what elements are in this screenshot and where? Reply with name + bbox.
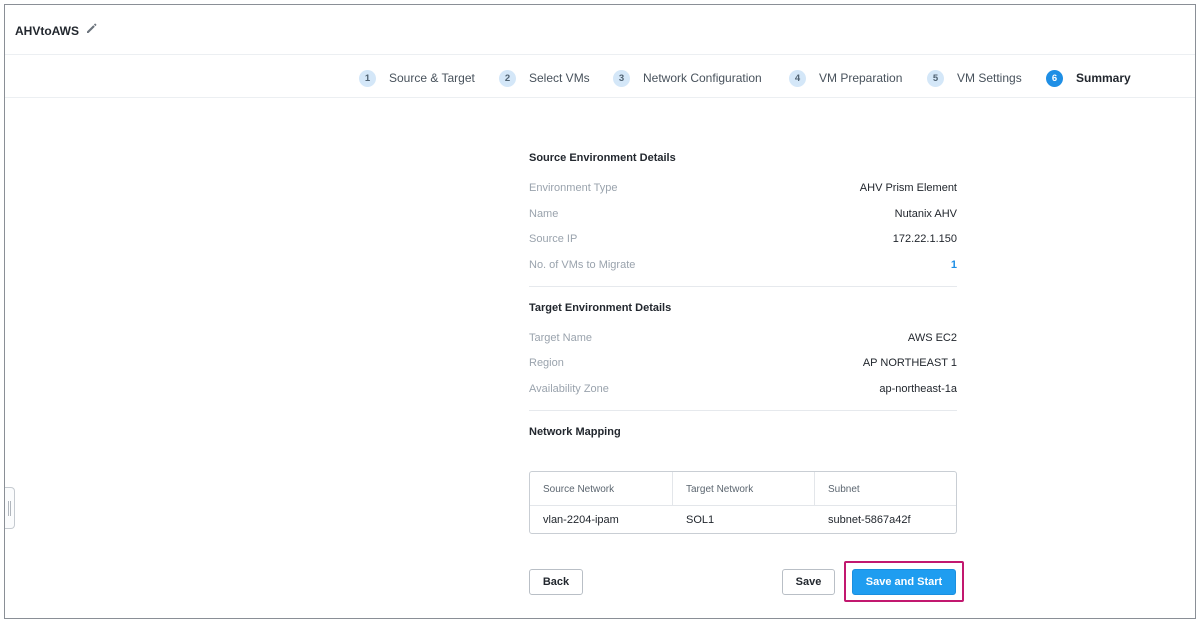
table-cell: vlan-2204-ipam [543, 514, 619, 526]
section-divider [529, 410, 957, 411]
step-vm-settings[interactable]: 5 VM Settings [927, 69, 1022, 87]
target-row: Region AP NORTHEAST 1 [529, 357, 957, 373]
step-label: Summary [1076, 71, 1131, 85]
step-number: 6 [1046, 69, 1063, 87]
pencil-icon[interactable] [85, 22, 97, 34]
row-key: Region [529, 357, 564, 369]
step-label: Select VMs [529, 71, 590, 85]
save-and-start-button[interactable]: Save and Start [852, 569, 956, 595]
step-number: 2 [499, 69, 516, 87]
row-key: Target Name [529, 332, 592, 344]
step-source-target[interactable]: 1 Source & Target [359, 69, 475, 87]
row-value: ap-northeast-1a [879, 383, 957, 395]
step-label: Network Configuration [643, 71, 762, 85]
source-row: Source IP 172.22.1.150 [529, 233, 957, 249]
target-section-title: Target Environment Details [529, 302, 672, 314]
row-value: AHV Prism Element [859, 182, 957, 194]
step-select-vms[interactable]: 2 Select VMs [499, 69, 590, 87]
network-mapping-table: Source Network Target Network Subnet vla… [529, 471, 957, 534]
step-vm-preparation[interactable]: 4 VM Preparation [789, 69, 902, 87]
step-number: 1 [359, 69, 376, 87]
title-bar: AHVtoAWS [5, 5, 1195, 55]
plan-title: AHVtoAWS [15, 24, 79, 38]
step-number: 5 [927, 69, 944, 87]
column-header: Subnet [828, 484, 860, 495]
back-button[interactable]: Back [529, 569, 583, 595]
row-key: No. of VMs to Migrate [529, 259, 636, 271]
step-label: Source & Target [389, 71, 475, 85]
source-section-title: Source Environment Details [529, 152, 676, 164]
row-value: AWS EC2 [907, 332, 957, 344]
column-divider [672, 472, 673, 505]
row-key: Environment Type [529, 182, 618, 194]
row-value: 172.22.1.150 [892, 233, 957, 245]
row-key: Source IP [529, 233, 578, 245]
step-number: 4 [789, 69, 806, 87]
step-label: VM Settings [957, 71, 1022, 85]
save-button[interactable]: Save [782, 569, 835, 595]
row-key: Name [529, 208, 559, 220]
row-value: AP NORTHEAST 1 [862, 357, 957, 369]
table-cell: subnet-5867a42f [828, 514, 911, 526]
side-panel-handle[interactable] [5, 487, 15, 529]
wizard-steps: 1 Source & Target 2 Select VMs 3 Network… [5, 56, 1195, 98]
column-header: Target Network [686, 484, 754, 495]
step-number: 3 [613, 69, 630, 87]
section-divider [529, 286, 957, 287]
wizard-window: AHVtoAWS 1 Source & Target 2 Select VMs … [4, 4, 1196, 619]
vm-count-link[interactable]: 1 [951, 259, 957, 271]
step-label: VM Preparation [819, 71, 903, 85]
source-row: No. of VMs to Migrate 1 [529, 259, 957, 275]
source-row: Environment Type AHV Prism Element [529, 182, 957, 198]
row-key: Availability Zone [529, 383, 609, 395]
table-header-divider [530, 505, 956, 506]
target-row: Target Name AWS EC2 [529, 332, 957, 348]
step-network-configuration[interactable]: 3 Network Configuration [613, 69, 762, 87]
column-divider [814, 472, 815, 505]
target-row: Availability Zone ap-northeast-1a [529, 383, 957, 399]
row-value: Nutanix AHV [894, 208, 957, 220]
column-header: Source Network [543, 484, 615, 495]
network-section-title: Network Mapping [529, 426, 621, 438]
source-row: Name Nutanix AHV [529, 208, 957, 224]
step-summary[interactable]: 6 Summary [1046, 69, 1131, 87]
table-cell: SOL1 [686, 514, 715, 526]
